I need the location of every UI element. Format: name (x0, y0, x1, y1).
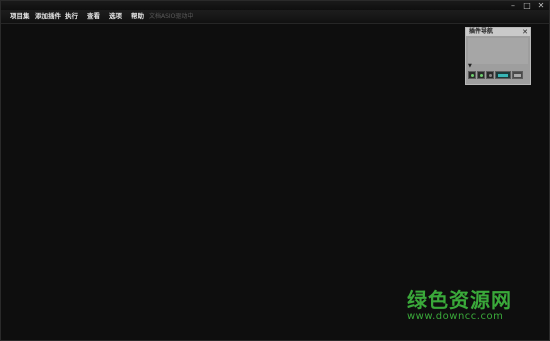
grey-bar-icon (514, 73, 521, 77)
plugin-icon[interactable] (486, 71, 494, 79)
watermark: 绿色资源网 www.downcc.com (407, 289, 531, 323)
watermark-title: 绿色资源网 (407, 288, 512, 312)
close-icon[interactable]: ✕ (522, 28, 528, 36)
plugin-green-icon[interactable] (468, 71, 476, 79)
status-text: 文档ASIO驱动中 (149, 13, 194, 20)
menu-options[interactable]: 选项 (109, 10, 122, 23)
menu-help[interactable]: 帮助 (131, 10, 144, 23)
menu-bar: 项目集 添加插件 执行 查看 选项 帮助 文档ASIO驱动中 (1, 10, 549, 24)
navigator-preview[interactable] (468, 38, 528, 64)
navigator-toolbar (468, 70, 528, 80)
menu-add-plugin[interactable]: 添加插件 (35, 10, 61, 23)
chevron-down-icon[interactable]: ▼ (468, 64, 472, 69)
maximize-button[interactable]: □ (523, 1, 531, 10)
menu-project-set[interactable]: 项目集 (10, 10, 30, 23)
green-dot-icon (479, 73, 483, 77)
panel-title: 插件导航 (469, 28, 494, 35)
plugin-green-icon[interactable] (477, 71, 485, 79)
green-dot-icon (470, 73, 474, 77)
menu-view[interactable]: 查看 (87, 10, 100, 23)
teal-bar-icon (498, 73, 508, 77)
close-button[interactable]: ✕ (537, 1, 545, 10)
panel-title-bar[interactable]: 插件导航 ✕ (466, 28, 530, 36)
plugin-teal-icon[interactable] (495, 71, 511, 79)
app-window: – □ ✕ 项目集 添加插件 执行 查看 选项 帮助 文档ASIO驱动中 插件导… (0, 0, 550, 341)
title-bar[interactable]: – □ ✕ (1, 1, 549, 10)
menu-execute[interactable]: 执行 (65, 10, 78, 23)
plugin-grey-icon[interactable] (512, 71, 523, 79)
grey-dot-icon (488, 73, 492, 77)
minimize-button[interactable]: – (509, 1, 517, 10)
window-controls: – □ ✕ (509, 1, 545, 10)
watermark-url: www.downcc.com (407, 311, 504, 322)
plugin-navigator-panel: 插件导航 ✕ ▼ (465, 27, 531, 85)
